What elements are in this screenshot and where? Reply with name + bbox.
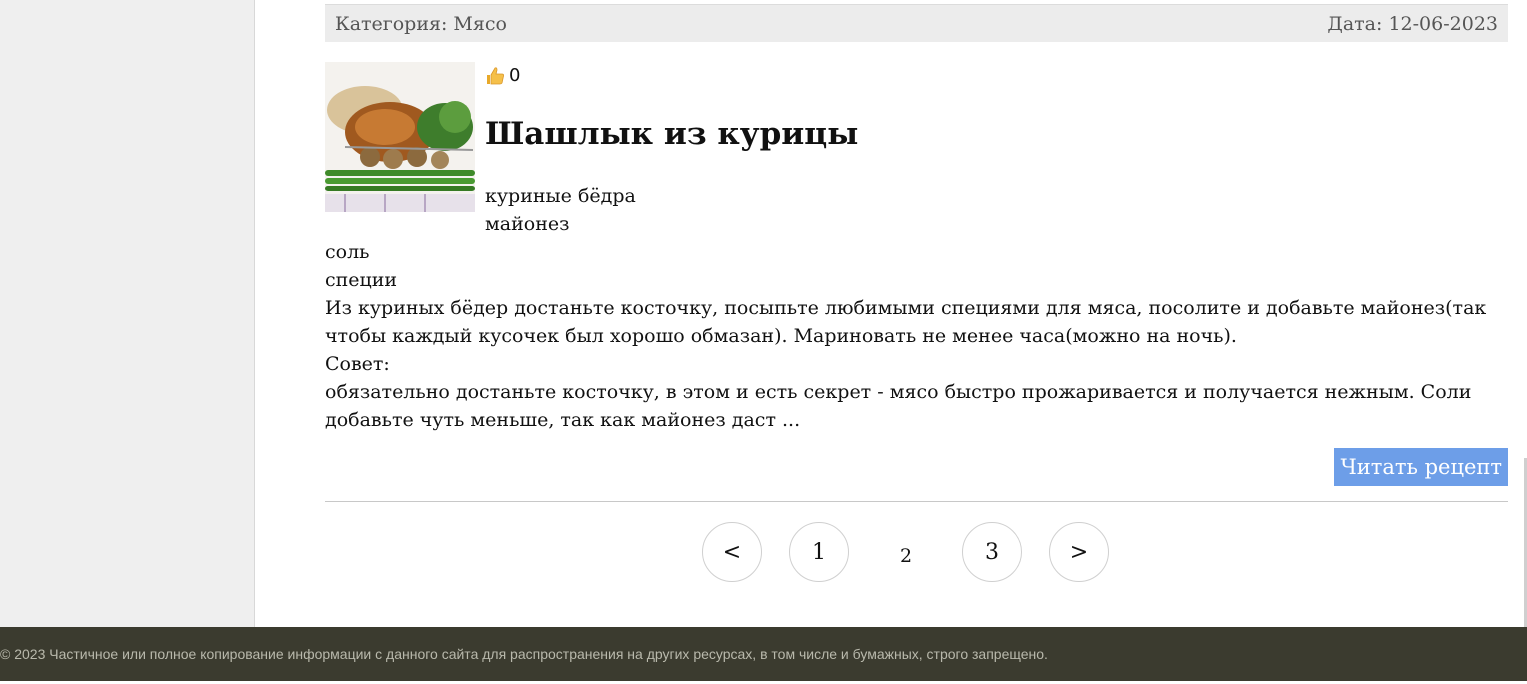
recipe-meta-bar: Категория: Мясо Дата: 12-06-2023 [325,4,1508,42]
thumbs-up-icon[interactable] [485,66,505,86]
date-label: Дата: 12-06-2023 [1327,12,1498,35]
read-recipe-button[interactable]: Читать рецепт [1334,448,1508,486]
recipe-title[interactable]: Шашлык из курицы [485,116,858,152]
category-label: Категория: Мясо [335,12,507,35]
likes-counter[interactable]: 0 [485,65,520,86]
ingredient-item: майонез [485,213,570,235]
copyright-text: © 2023 Частичное или полное копирование … [0,646,1048,662]
page-3-button[interactable]: 3 [962,522,1022,582]
ingredient-item: специи [325,269,398,291]
footer: © 2023 Частичное или полное копирование … [0,627,1527,681]
divider [325,501,1508,502]
likes-count: 0 [509,65,521,86]
ingredient-item: куриные бёдра [485,185,636,207]
recipe-description-block: Из куриных бёдер достаньте косточку, пос… [325,294,1508,434]
prev-page-button[interactable]: < [702,522,762,582]
ingredient-item: соль [325,241,370,263]
next-page-button[interactable]: > [1049,522,1109,582]
recipe-thumbnail[interactable] [325,62,475,212]
recipe-description: Из куриных бёдер достаньте косточку, пос… [325,297,1487,347]
left-sidebar [0,0,255,627]
page-1-button[interactable]: 1 [789,522,849,582]
current-page: 2 [899,545,913,567]
tip-label: Совет: [325,353,390,375]
tip-text: обязательно достаньте косточку, в этом и… [325,381,1472,431]
